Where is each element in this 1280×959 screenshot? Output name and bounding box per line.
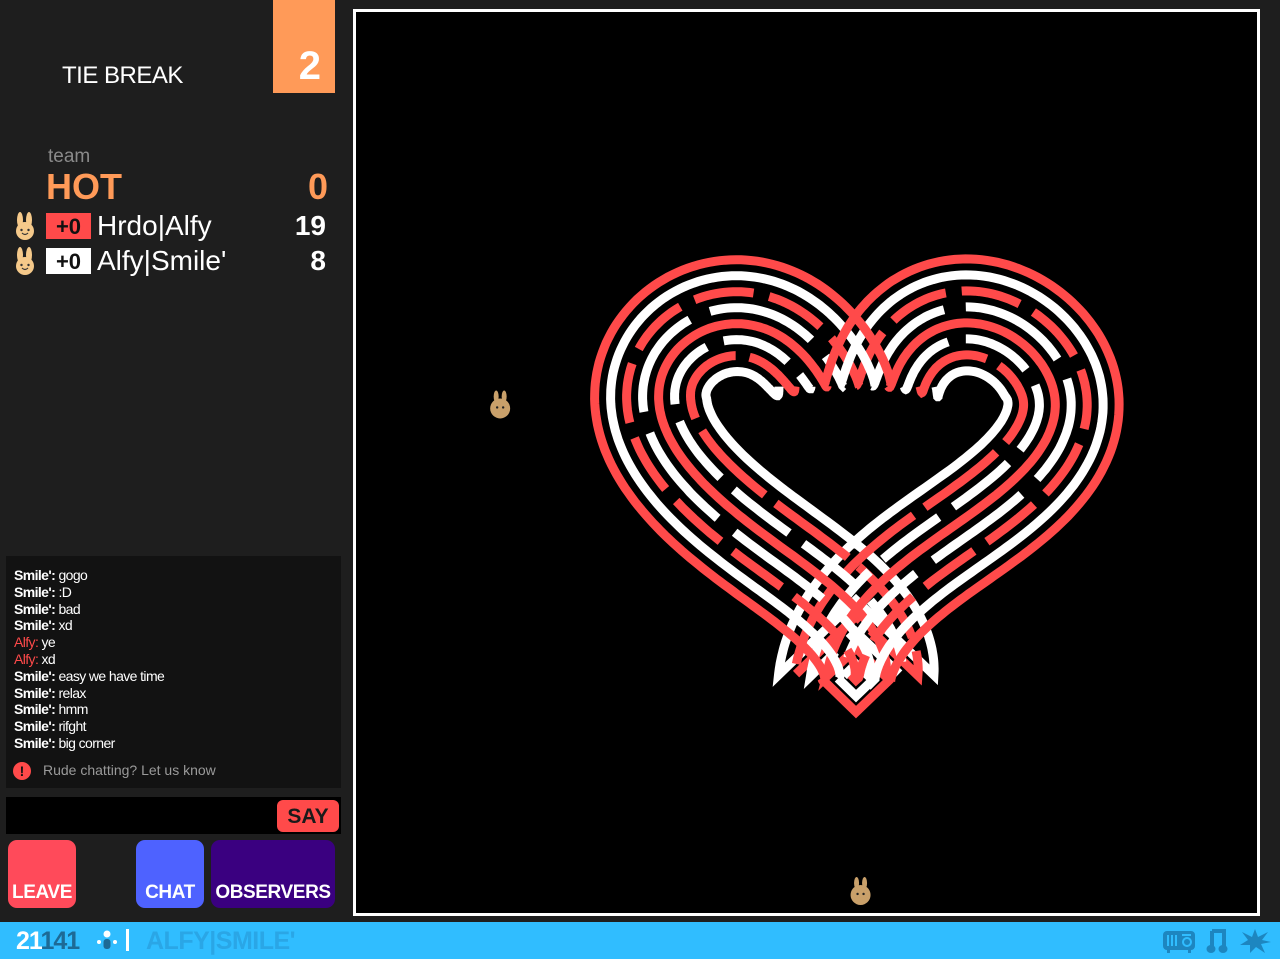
- player-avatar: [490, 390, 511, 419]
- chat-text: :D: [55, 583, 72, 600]
- divider: [126, 929, 129, 951]
- player-avatar: [850, 876, 871, 905]
- chat-text: bad: [55, 600, 81, 617]
- chat-message: Smile': easy we have time: [14, 667, 165, 685]
- chat-input-bar: SAY: [6, 797, 341, 834]
- username[interactable]: ALFY|SMILE': [146, 927, 296, 956]
- chat-author: Smile':: [14, 600, 56, 617]
- chat-text: easy we have time: [55, 667, 165, 684]
- bunny-icon: [16, 247, 34, 275]
- chat-message: Smile': :D: [14, 584, 164, 601]
- leave-button[interactable]: LEAVE: [8, 840, 76, 908]
- player-score: 8: [310, 245, 326, 276]
- chat-text: hmm: [55, 701, 88, 718]
- chat-message: Alfy: ye: [14, 634, 164, 651]
- player-score: 19: [294, 210, 326, 241]
- online-count: 21141: [16, 927, 80, 955]
- game-board[interactable]: [353, 9, 1260, 916]
- chat-text: xd: [38, 650, 56, 667]
- chat-author: Smile':: [14, 667, 56, 684]
- chat-author: Smile':: [14, 617, 56, 634]
- player-name: Alfy|Smile': [97, 245, 227, 276]
- radio-icon[interactable]: [1162, 928, 1196, 954]
- explosion-icon[interactable]: [1238, 928, 1272, 954]
- score-delta: +0: [46, 248, 91, 274]
- chat-message: Smile': hmm: [14, 701, 164, 718]
- team-score: 0: [307, 166, 328, 207]
- player-row: +0 Alfy|Smile' 8: [0, 245, 345, 277]
- chat-message: Smile': bad: [14, 601, 164, 618]
- status-bar: 21141 ALFY|SMILE': [0, 922, 1280, 959]
- music-note-icon[interactable]: [1206, 928, 1228, 954]
- chat-text: rifght: [55, 718, 86, 735]
- team-name: HOT: [46, 166, 122, 207]
- warning-icon: !: [13, 762, 31, 781]
- chat-text: xd: [55, 617, 73, 634]
- chat-author: Alfy:: [14, 650, 39, 667]
- say-button[interactable]: SAY: [277, 800, 339, 832]
- chat-text: relax: [55, 684, 86, 701]
- track-canvas: [490, 254, 1124, 905]
- report-text: Rude chatting? Let us know: [43, 762, 216, 778]
- chat-button[interactable]: CHAT: [136, 840, 204, 908]
- chat-text: gogo: [55, 567, 88, 583]
- chat-message: Alfy: xd: [14, 651, 164, 668]
- player-row: +0 Hrdo|Alfy 19: [0, 210, 345, 242]
- players-icon: [97, 930, 117, 949]
- chat-author: Smile':: [14, 734, 56, 751]
- team-caption: team: [48, 146, 91, 167]
- chat-log[interactable]: Smile': gogo Smile': :D Smile': bad Smile':…: [6, 556, 341, 788]
- observers-button[interactable]: OBSERVERS: [211, 840, 335, 908]
- chat-text: big corner: [55, 734, 115, 751]
- chat-message: Smile': rifght: [14, 718, 164, 735]
- chat-input[interactable]: [8, 799, 272, 834]
- chat-author: Smile':: [14, 583, 56, 600]
- chat-author: Alfy:: [14, 634, 39, 651]
- chat-author: Smile':: [14, 701, 56, 718]
- report-link[interactable]: ! Rude chatting? Let us know: [13, 762, 216, 781]
- player-name: Hrdo|Alfy: [97, 210, 212, 241]
- chat-author: Smile':: [14, 718, 56, 735]
- round-number: 2: [298, 44, 321, 88]
- sidebar: TIE BREAK 2 team HOT 0 +0 Hrdo|Alfy 19 +…: [0, 0, 345, 922]
- score-delta: +0: [46, 213, 91, 239]
- chat-text: ye: [38, 634, 56, 651]
- chat-message: Smile': gogo: [14, 567, 164, 584]
- bunny-icon: [16, 212, 34, 240]
- chat-author: Smile':: [14, 684, 56, 701]
- round-number-badge: 2: [273, 0, 335, 93]
- chat-message: Smile': big corner: [14, 735, 164, 752]
- chat-message: Smile': xd: [14, 617, 164, 634]
- chat-message: Smile': relax: [14, 685, 164, 702]
- chat-messages: Smile': gogo Smile': :D Smile': bad Smile':…: [14, 567, 165, 752]
- round-label: TIE BREAK: [62, 62, 183, 89]
- chat-author: Smile':: [14, 567, 56, 583]
